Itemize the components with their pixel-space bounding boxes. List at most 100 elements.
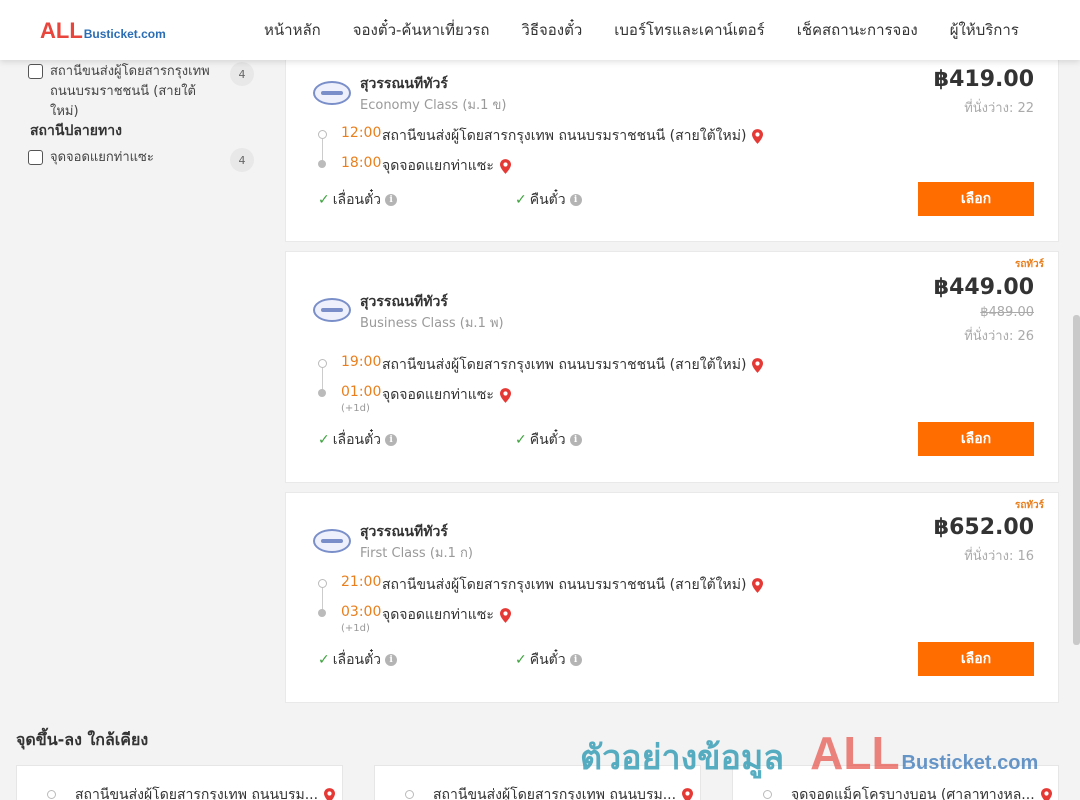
- destination-filter-option[interactable]: จุดจอดแยกท่าแซะ 4: [28, 148, 254, 172]
- check-icon: ✓: [318, 652, 330, 668]
- map-pin-icon[interactable]: [1040, 787, 1052, 800]
- info-icon[interactable]: i: [385, 654, 398, 666]
- ticket-price: ฿652.00: [933, 515, 1034, 540]
- ticket-price: ฿449.00: [933, 275, 1034, 300]
- arrival-place: จุดจอดแยกท่าแซะ: [382, 604, 511, 626]
- bus-class: Business Class (ม.1 พ): [360, 316, 504, 331]
- bus-type-badge: รถทัวร์: [1014, 500, 1044, 511]
- map-pin-icon[interactable]: [499, 607, 511, 623]
- map-pin-icon[interactable]: [499, 158, 511, 174]
- select-trip-button[interactable]: เลือก: [918, 642, 1034, 676]
- info-icon[interactable]: i: [569, 654, 582, 666]
- departure-dot: [318, 359, 327, 368]
- reschedule-label: เลื่อนตั๋ว: [332, 432, 382, 448]
- refund-label: คืนตั๋ว: [529, 652, 566, 668]
- bus-class: First Class (ม.1 ก): [360, 546, 473, 561]
- trip-card: สุวรรณนทีทัวร์ Economy Class (ม.1 ข) ฿41…: [285, 52, 1059, 242]
- arrival-time: 03:00: [341, 604, 382, 620]
- nav-how-to-book[interactable]: วิธีจองตั๋ว: [521, 18, 582, 42]
- nearby-stop-name: สถานีขนส่งผู้โดยสารกรุงเทพ ถนนบรม...: [433, 784, 694, 800]
- nearby-stop-text: สถานีขนส่งผู้โดยสารกรุงเทพ ถนนบรม...: [433, 787, 677, 800]
- arrival-place-text: จุดจอดแยกท่าแซะ: [382, 607, 494, 623]
- info-icon[interactable]: i: [569, 434, 582, 446]
- refund-label: คืนตั๋ว: [529, 432, 566, 448]
- stop-dot: [405, 790, 414, 799]
- seats-available: ที่นั่งว่าง: 26: [964, 329, 1034, 344]
- operator-name: สุวรรณนทีทัวร์: [360, 294, 448, 310]
- logo-all-text: ALL: [40, 18, 83, 43]
- refund-feature: ✓ คืนตั๋ว i: [515, 649, 582, 671]
- departure-place: สถานีขนส่งผู้โดยสารกรุงเทพ ถนนบรมราชชนนี…: [382, 125, 764, 147]
- reschedule-feature: ✓ เลื่อนตั๋ว i: [318, 189, 398, 211]
- check-icon: ✓: [318, 192, 330, 208]
- destination-filter-count: 4: [230, 148, 254, 172]
- main-nav: หน้าหลัก จองตั๋ว-ค้นหาเที่ยวรถ วิธีจองตั…: [264, 0, 1051, 60]
- nav-operators[interactable]: ผู้ให้บริการ: [950, 18, 1019, 42]
- arrival-place: จุดจอดแยกท่าแซะ: [382, 384, 511, 406]
- arrival-place-text: จุดจอดแยกท่าแซะ: [382, 387, 494, 403]
- map-pin-icon[interactable]: [752, 577, 764, 593]
- departure-place-text: สถานีขนส่งผู้โดยสารกรุงเทพ ถนนบรมราชชนนี…: [382, 128, 747, 144]
- arrival-time: 18:00: [341, 155, 382, 171]
- departure-place: สถานีขนส่งผู้โดยสารกรุงเทพ ถนนบรมราชชนนี…: [382, 354, 764, 376]
- departure-dot: [318, 130, 327, 139]
- refund-label: คืนตั๋ว: [529, 192, 566, 208]
- nearby-stop-card[interactable]: สถานีขนส่งผู้โดยสารกรุงเทพ ถนนบรม...: [374, 765, 701, 800]
- map-pin-icon[interactable]: [752, 128, 764, 144]
- destination-filter-checkbox[interactable]: [28, 150, 43, 165]
- bus-type-badge: รถทัวร์: [1014, 259, 1044, 270]
- destination-section-title: สถานีปลายทาง: [30, 123, 122, 139]
- departure-time: 21:00: [341, 574, 382, 590]
- nearby-stop-text: สถานีขนส่งผู้โดยสารกรุงเทพ ถนนบรม...: [75, 787, 319, 800]
- select-trip-button[interactable]: เลือก: [918, 422, 1034, 456]
- select-trip-button[interactable]: เลือก: [918, 182, 1034, 216]
- nav-check-booking[interactable]: เช็คสถานะการจอง: [797, 18, 918, 42]
- refund-feature: ✓ คืนตั๋ว i: [515, 429, 582, 451]
- operator-name: สุวรรณนทีทัวร์: [360, 524, 448, 540]
- stop-dot: [763, 790, 772, 799]
- next-day-note: (+1d): [341, 403, 370, 414]
- check-icon: ✓: [318, 432, 330, 448]
- arrival-dot: [318, 389, 326, 397]
- arrival-time: 01:00: [341, 384, 382, 400]
- info-icon[interactable]: i: [385, 434, 398, 446]
- operator-logo: [313, 529, 351, 553]
- refund-feature: ✓ คืนตั๋ว i: [515, 189, 582, 211]
- origin-filter-checkbox[interactable]: [28, 64, 43, 79]
- map-pin-icon[interactable]: [752, 357, 764, 373]
- arrival-dot: [318, 609, 326, 617]
- departure-place: สถานีขนส่งผู้โดยสารกรุงเทพ ถนนบรมราชชนนี…: [382, 574, 764, 596]
- origin-filter-option[interactable]: สถานีขนส่งผู้โดยสารกรุงเทพ ถนนบรมราชชนนี…: [28, 62, 254, 122]
- map-pin-icon[interactable]: [682, 787, 694, 800]
- next-day-note: (+1d): [341, 623, 370, 634]
- nav-home[interactable]: หน้าหลัก: [264, 18, 321, 42]
- trip-card: รถทัวร์ สุวรรณนทีทัวร์ First Class (ม.1 …: [285, 492, 1059, 703]
- departure-place-text: สถานีขนส่งผู้โดยสารกรุงเทพ ถนนบรมราชชนนี…: [382, 357, 747, 373]
- nearby-stop-card[interactable]: สถานีขนส่งผู้โดยสารกรุงเทพ ถนนบรม...: [16, 765, 343, 800]
- departure-place-text: สถานีขนส่งผู้โดยสารกรุงเทพ ถนนบรมราชชนนี…: [382, 577, 747, 593]
- nearby-stop-card[interactable]: จุดจอดแม็คโครบางบอน (ศาลาทางหล...: [732, 765, 1059, 800]
- logo-domain-text: Busticket.com: [83, 27, 166, 41]
- nav-book-search[interactable]: จองตั๋ว-ค้นหาเที่ยวรถ: [353, 18, 490, 42]
- map-pin-icon[interactable]: [499, 387, 511, 403]
- info-icon[interactable]: i: [385, 194, 398, 206]
- arrival-dot: [318, 160, 326, 168]
- ticket-price: ฿419.00: [933, 67, 1034, 92]
- page-scrollbar[interactable]: [1073, 315, 1080, 645]
- operator-name: สุวรรณนทีทัวร์: [360, 76, 448, 92]
- origin-filter-count: 4: [230, 62, 254, 86]
- seats-available: ที่นั่งว่าง: 16: [964, 549, 1034, 564]
- nearby-stop-text: จุดจอดแม็คโครบางบอน (ศาลาทางหล...: [791, 787, 1035, 800]
- reschedule-feature: ✓ เลื่อนตั๋ว i: [318, 649, 398, 671]
- map-pin-icon[interactable]: [324, 787, 336, 800]
- check-icon: ✓: [515, 432, 527, 448]
- reschedule-label: เลื่อนตั๋ว: [332, 192, 382, 208]
- top-navigation-bar: ALL Busticket.com หน้าหลัก จองตั๋ว-ค้นหา…: [0, 0, 1080, 60]
- site-logo[interactable]: ALL Busticket.com: [40, 18, 166, 44]
- nav-phone-counter[interactable]: เบอร์โทรและเคาน์เตอร์: [614, 18, 764, 42]
- departure-dot: [318, 579, 327, 588]
- trip-card: รถทัวร์ สุวรรณนทีทัวร์ Business Class (ม…: [285, 251, 1059, 483]
- info-icon[interactable]: i: [569, 194, 582, 206]
- origin-filter-label: สถานีขนส่งผู้โดยสารกรุงเทพ ถนนบรมราชชนนี…: [50, 64, 210, 119]
- check-icon: ✓: [515, 192, 527, 208]
